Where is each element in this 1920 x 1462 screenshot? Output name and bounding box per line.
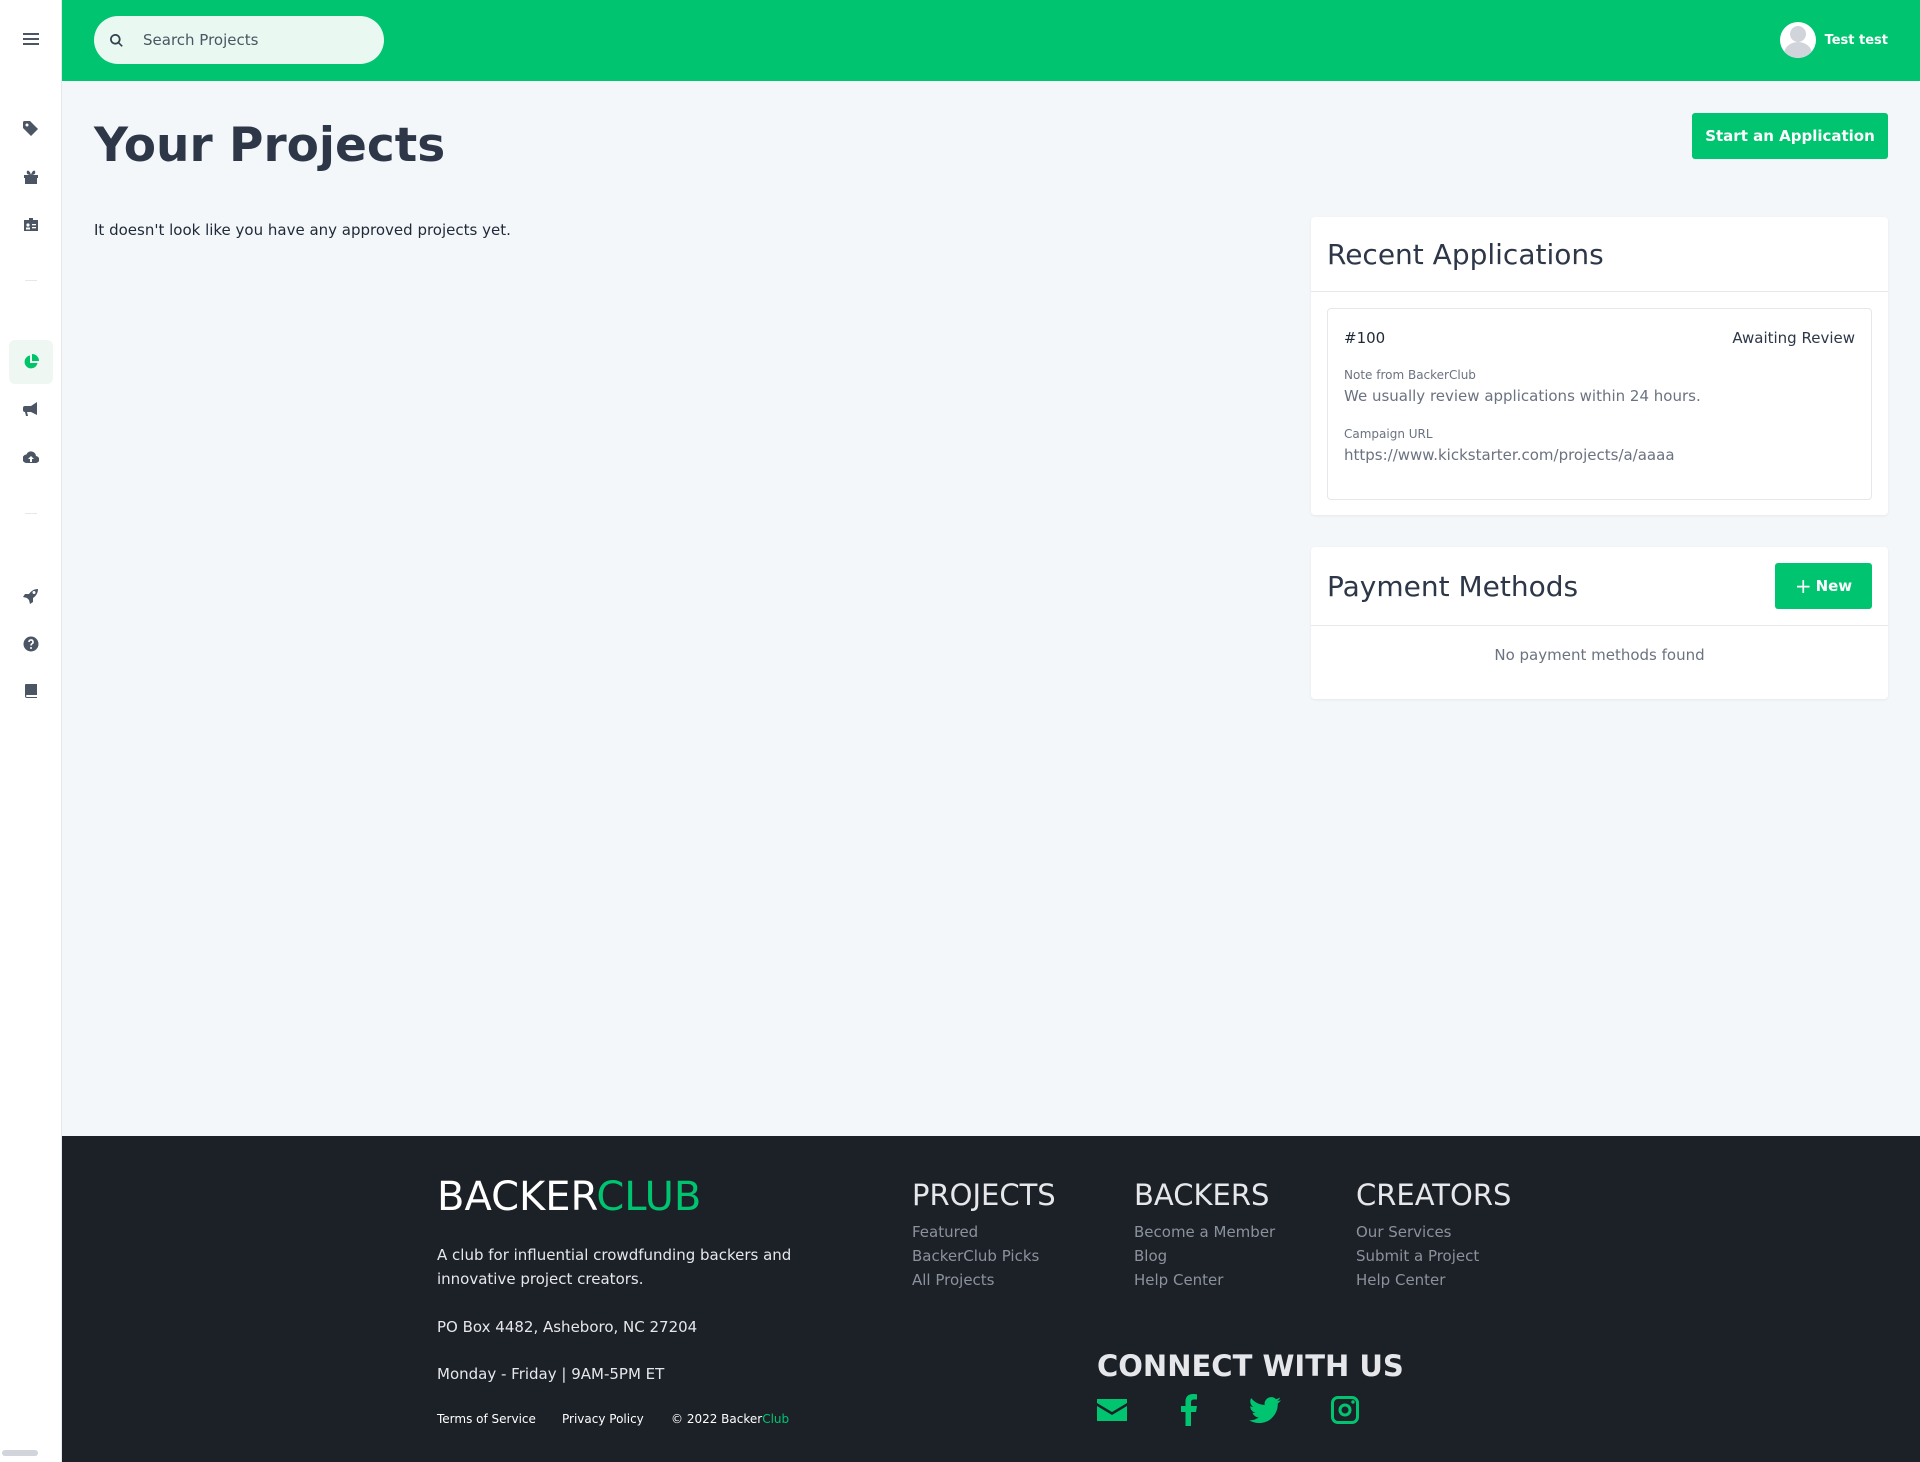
terms-link[interactable]: Terms of Service xyxy=(437,1412,536,1426)
privacy-link[interactable]: Privacy Policy xyxy=(562,1412,644,1426)
sidebar-item-rewards[interactable] xyxy=(9,155,53,199)
sidebar-item-help[interactable] xyxy=(9,622,53,666)
application-item[interactable]: #100 Awaiting Review Note from BackerClu… xyxy=(1327,308,1872,500)
avatar-body xyxy=(1783,42,1812,58)
footer-link-submit-project[interactable]: Submit a Project xyxy=(1356,1244,1511,1268)
recent-applications-title: Recent Applications xyxy=(1327,237,1604,271)
payment-methods-title: Payment Methods xyxy=(1327,569,1579,603)
sidebar-item-dashboard[interactable] xyxy=(9,340,53,384)
menu-toggle-button[interactable] xyxy=(9,17,53,61)
footer-link-all-projects[interactable]: All Projects xyxy=(912,1268,1056,1292)
sidebar-item-campaigns[interactable] xyxy=(9,387,53,431)
new-payment-method-button[interactable]: + New xyxy=(1775,563,1872,609)
footer-link-blog[interactable]: Blog xyxy=(1134,1244,1275,1268)
horizontal-scrollbar[interactable] xyxy=(2,1450,38,1456)
hamburger-menu-icon xyxy=(23,33,39,45)
user-name[interactable]: Test test xyxy=(1825,33,1888,48)
id-card-icon xyxy=(24,218,38,231)
copyright-club: Club xyxy=(762,1412,790,1426)
email-link[interactable] xyxy=(1096,1394,1128,1426)
connect-heading: CONNECT WITH US xyxy=(1097,1349,1404,1383)
no-payment-methods-message: No payment methods found xyxy=(1494,646,1705,664)
search-box[interactable] xyxy=(94,16,384,64)
chart-pie-icon xyxy=(24,354,39,369)
note-text: We usually review applications within 24… xyxy=(1344,387,1701,405)
cloud-upload-icon xyxy=(23,451,39,464)
sidebar-divider xyxy=(25,280,37,281)
envelope-icon xyxy=(1097,1399,1127,1421)
copyright-prefix: © 2022 Backer xyxy=(671,1412,763,1426)
new-button-label: New xyxy=(1815,577,1853,595)
status-badge: Awaiting Review xyxy=(1732,329,1855,347)
sidebar-divider xyxy=(25,513,37,514)
instagram-link[interactable] xyxy=(1329,1394,1361,1426)
gift-icon xyxy=(24,170,38,184)
footer-column-title: PROJECTS xyxy=(912,1178,1056,1212)
start-application-button[interactable]: Start an Application xyxy=(1692,113,1888,159)
recent-applications-card: Recent Applications #100 Awaiting Review… xyxy=(1311,217,1888,515)
copyright: © 2022 BackerClub xyxy=(671,1412,789,1426)
search-icon xyxy=(110,33,123,47)
footer: BACKERCLUB A club for influential crowdf… xyxy=(62,1136,1920,1462)
facebook-link[interactable] xyxy=(1173,1394,1205,1426)
plus-icon: + xyxy=(1794,574,1812,598)
footer-link-picks[interactable]: BackerClub Picks xyxy=(912,1244,1056,1268)
footer-link-featured[interactable]: Featured xyxy=(912,1220,1056,1244)
instagram-icon xyxy=(1331,1396,1359,1424)
no-projects-message: It doesn't look like you have any approv… xyxy=(94,221,511,239)
footer-link-our-services[interactable]: Our Services xyxy=(1356,1220,1511,1244)
question-circle-icon xyxy=(23,636,39,652)
sidebar xyxy=(0,0,62,1462)
page-title: Your Projects xyxy=(94,118,446,173)
bullhorn-icon xyxy=(23,402,37,416)
footer-address: PO Box 4482, Asheboro, NC 27204 xyxy=(437,1318,698,1336)
tag-icon xyxy=(23,121,38,136)
footer-hours: Monday - Friday | 9AM-5PM ET xyxy=(437,1365,665,1383)
footer-tagline: A club for influential crowdfunding back… xyxy=(437,1246,792,1288)
sidebar-item-deals[interactable] xyxy=(9,107,53,151)
sidebar-item-membership[interactable] xyxy=(9,203,53,247)
avatar[interactable] xyxy=(1779,22,1816,58)
sidebar-item-upload[interactable] xyxy=(9,435,53,479)
logo-backer: BACKER xyxy=(437,1174,597,1220)
footer-link-become-member[interactable]: Become a Member xyxy=(1134,1220,1275,1244)
twitter-icon xyxy=(1249,1397,1281,1424)
application-id: #100 xyxy=(1344,329,1386,347)
footer-column-title: CREATORS xyxy=(1356,1178,1512,1212)
logo-club: CLUB xyxy=(596,1174,702,1220)
note-label: Note from BackerClub xyxy=(1344,368,1476,382)
footer-logo[interactable]: BACKERCLUB xyxy=(437,1174,701,1220)
footer-column-backers: BACKERS Become a Member Blog Help Center xyxy=(1134,1178,1275,1292)
campaign-url[interactable]: https://www.kickstarter.com/projects/a/a… xyxy=(1344,446,1675,464)
footer-link-creator-help[interactable]: Help Center xyxy=(1356,1268,1511,1292)
search-input[interactable] xyxy=(143,31,353,49)
footer-link-help-center[interactable]: Help Center xyxy=(1134,1268,1275,1292)
facebook-icon xyxy=(1181,1394,1197,1426)
book-icon xyxy=(25,684,37,698)
sidebar-item-guide[interactable] xyxy=(9,669,53,713)
rocket-icon xyxy=(23,589,38,604)
footer-column-title: BACKERS xyxy=(1134,1178,1270,1212)
card-header: Recent Applications xyxy=(1311,217,1888,292)
user-menu[interactable]: Test test xyxy=(1779,22,1888,58)
sidebar-item-launch[interactable] xyxy=(9,574,53,618)
avatar-head xyxy=(1789,26,1806,42)
payment-methods-card: Payment Methods + New No payment methods… xyxy=(1311,547,1888,699)
twitter-link[interactable] xyxy=(1249,1394,1281,1426)
footer-column-projects: PROJECTS Featured BackerClub Picks All P… xyxy=(912,1178,1056,1292)
campaign-url-label: Campaign URL xyxy=(1344,427,1433,441)
card-header: Payment Methods + New xyxy=(1311,547,1888,626)
top-bar: Test test xyxy=(62,0,1920,81)
footer-column-creators: CREATORS Our Services Submit a Project H… xyxy=(1356,1178,1511,1292)
